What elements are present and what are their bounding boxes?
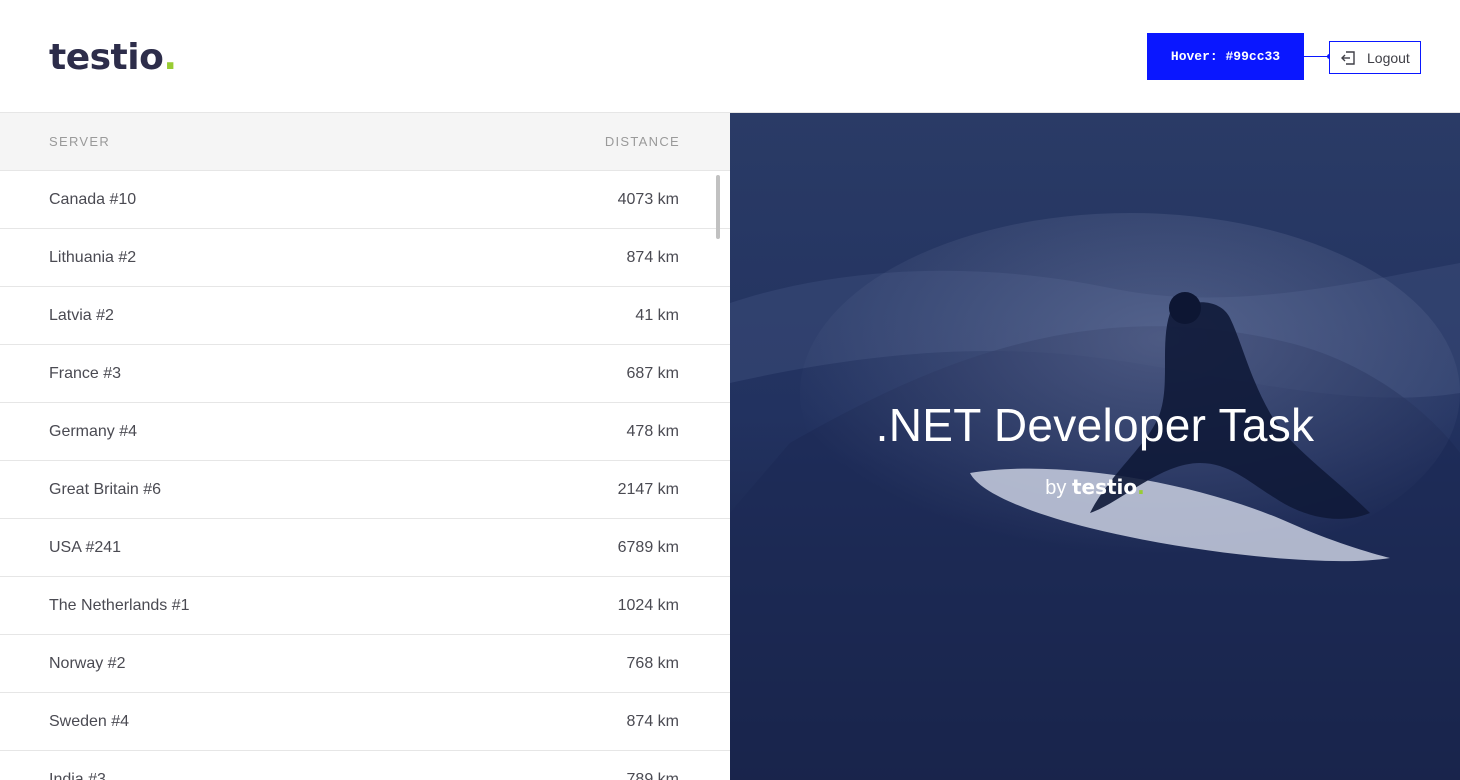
logout-label: Logout	[1367, 49, 1410, 66]
table-row[interactable]: Latvia #2 41 km	[0, 287, 730, 345]
server-distance: 41 km	[635, 306, 679, 324]
table-row[interactable]: Germany #4 478 km	[0, 403, 730, 461]
server-distance: 1024 km	[617, 596, 679, 614]
server-name: Sweden #4	[49, 712, 130, 730]
server-name: USA #241	[49, 538, 122, 556]
list-scrollbar-thumb[interactable]	[716, 175, 720, 239]
hero-title: .NET Developer Task	[875, 399, 1315, 451]
server-name: Great Britain #6	[49, 480, 162, 498]
table-row[interactable]: USA #241 6789 km	[0, 519, 730, 577]
server-distance: 789 km	[626, 770, 679, 780]
table-header: SERVER DISTANCE	[0, 113, 730, 171]
server-distance: 2147 km	[617, 480, 679, 498]
table-row[interactable]: Norway #2 768 km	[0, 635, 730, 693]
server-name: The Netherlands #1	[49, 596, 190, 614]
testio-logo[interactable]: testio.	[49, 36, 177, 80]
table-row[interactable]: India #3 789 km	[0, 751, 730, 780]
logo-text: testio	[49, 37, 164, 78]
column-header-distance[interactable]: DISTANCE	[605, 134, 680, 149]
server-distance: 478 km	[626, 422, 679, 440]
server-name: Norway #2	[49, 654, 126, 672]
hero-brand-logo: testio.	[1072, 475, 1145, 499]
table-row[interactable]: Lithuania #2 874 km	[0, 229, 730, 287]
hero-brand-text: testio	[1071, 475, 1138, 499]
logo-dot: .	[163, 37, 177, 78]
logout-button[interactable]: Logout	[1329, 41, 1421, 74]
tooltip-connector-line	[1304, 56, 1329, 57]
server-distance: 687 km	[626, 364, 679, 382]
hero-panel: .NET Developer Task by testio.	[730, 113, 1460, 780]
app-header: testio. Hover: #99cc33 Logout	[0, 0, 1460, 113]
server-name: Germany #4	[49, 422, 138, 440]
hero-by-prefix: by	[1045, 477, 1067, 499]
server-distance: 4073 km	[617, 190, 679, 208]
server-name: Lithuania #2	[49, 248, 137, 266]
server-name: Latvia #2	[49, 306, 114, 324]
table-row[interactable]: The Netherlands #1 1024 km	[0, 577, 730, 635]
server-name: Canada #10	[49, 190, 137, 208]
server-rows: Canada #10 4073 km Lithuania #2 874 km Latvi…	[0, 171, 730, 780]
column-header-server[interactable]: SERVER	[49, 134, 110, 149]
server-distance: 874 km	[626, 712, 679, 730]
table-row[interactable]: France #3 687 km	[0, 345, 730, 403]
server-distance: 768 km	[626, 654, 679, 672]
server-name: India #3	[49, 770, 106, 780]
hero-brand-dot: .	[1137, 475, 1145, 499]
table-row[interactable]: Sweden #4 874 km	[0, 693, 730, 751]
server-name: France #3	[49, 364, 122, 382]
table-row[interactable]: Great Britain #6 2147 km	[0, 461, 730, 519]
server-list-panel: SERVER DISTANCE Canada #10 4073 km Lithuan…	[0, 113, 730, 780]
server-distance: 874 km	[626, 248, 679, 266]
logout-icon	[1341, 50, 1355, 65]
hero-byline: by testio.	[730, 475, 1460, 500]
hover-color-tooltip: Hover: #99cc33	[1147, 33, 1304, 80]
server-distance: 6789 km	[617, 538, 679, 556]
table-row[interactable]: Canada #10 4073 km	[0, 171, 730, 229]
